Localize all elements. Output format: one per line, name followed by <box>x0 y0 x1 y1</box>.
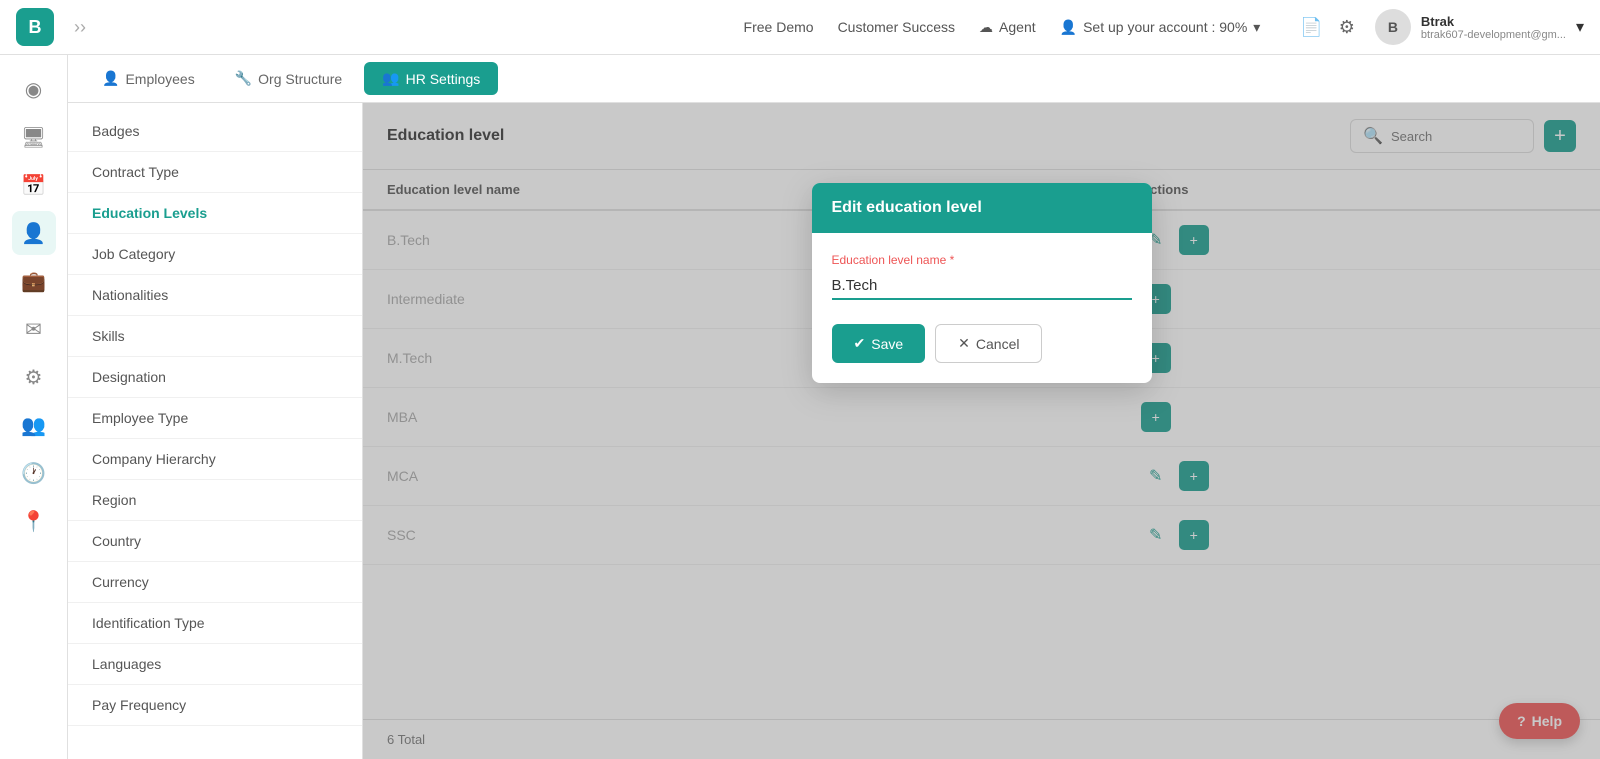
user-info: B Btrak btrak607-development@gm... ▾ <box>1375 9 1584 45</box>
menu-identification-type[interactable]: Identification Type <box>68 603 362 644</box>
tab-org-structure[interactable]: 🔧 Org Structure <box>217 62 360 95</box>
sidebar-icon-group[interactable]: 👥 <box>12 403 56 447</box>
setup-label: Set up your account : 90% <box>1083 19 1247 35</box>
menu-region[interactable]: Region <box>68 480 362 521</box>
hr-icon: 👥 <box>382 70 399 87</box>
app-logo[interactable]: B <box>16 8 54 46</box>
check-icon: ✔ <box>854 335 866 352</box>
agent-icon: ☁ <box>979 19 993 36</box>
document-icon[interactable]: 📄 <box>1300 17 1322 38</box>
free-demo-link[interactable]: Free Demo <box>744 19 814 35</box>
sidebar-icon-mail[interactable]: ✉ <box>12 307 56 351</box>
customer-success-link[interactable]: Customer Success <box>838 19 955 35</box>
menu-employee-type[interactable]: Employee Type <box>68 398 362 439</box>
menu-contract-type[interactable]: Contract Type <box>68 152 362 193</box>
person-icon: 👤 <box>1060 19 1077 36</box>
employees-icon: 👤 <box>102 70 119 87</box>
chevron-down-icon: ▾ <box>1253 19 1260 36</box>
sidebar-icon-briefcase[interactable]: 💼 <box>12 259 56 303</box>
tab-employees[interactable]: 👤 Employees <box>84 62 213 95</box>
cancel-button[interactable]: ✕ Cancel <box>935 324 1042 363</box>
sidebar-icon-calendar[interactable]: 📅 <box>12 163 56 207</box>
sidebar-icon-monitor[interactable]: 🖥 <box>12 115 56 159</box>
save-button[interactable]: ✔ Save <box>832 324 926 363</box>
setup-button[interactable]: 👤 Set up your account : 90% ▾ <box>1060 19 1261 36</box>
required-asterisk: * <box>950 253 955 267</box>
left-menu: Badges Contract Type Education Levels Jo… <box>68 103 363 759</box>
top-nav: B ›› Free Demo Customer Success ☁ Agent … <box>0 0 1600 55</box>
content-split: Badges Contract Type Education Levels Jo… <box>68 103 1600 759</box>
menu-country[interactable]: Country <box>68 521 362 562</box>
user-details: Btrak btrak607-development@gm... <box>1421 14 1566 41</box>
menu-company-hierarchy[interactable]: Company Hierarchy <box>68 439 362 480</box>
menu-designation[interactable]: Designation <box>68 357 362 398</box>
user-chevron-icon[interactable]: ▾ <box>1576 17 1584 37</box>
sidebar-icon-list: ◉ 🖥 📅 👤 💼 ✉ ⚙ 👥 🕐 📍 <box>0 55 68 759</box>
education-level-input[interactable] <box>832 273 1132 300</box>
modal-field-label: Education level name * <box>832 253 1132 267</box>
menu-education-levels[interactable]: Education Levels <box>68 193 362 234</box>
expand-icon[interactable]: ›› <box>74 17 86 38</box>
gear-icon[interactable]: ⚙ <box>1339 17 1355 38</box>
sidebar-icon-dashboard[interactable]: ◉ <box>12 67 56 111</box>
menu-pay-frequency[interactable]: Pay Frequency <box>68 685 362 726</box>
sidebar-icon-clock[interactable]: 🕐 <box>12 451 56 495</box>
sub-tabs: 👤 Employees 🔧 Org Structure 👥 HR Setting… <box>68 55 1600 103</box>
right-panel: Education level 🔍 + Educati <box>363 103 1600 759</box>
org-icon: 🔧 <box>235 70 252 87</box>
menu-nationalities[interactable]: Nationalities <box>68 275 362 316</box>
user-email: btrak607-development@gm... <box>1421 29 1566 41</box>
tab-hr-label: HR Settings <box>406 71 481 87</box>
modal-body: Education level name * ✔ Save ✕ <box>812 233 1152 383</box>
agent-label: Agent <box>999 19 1036 35</box>
main-layout: ◉ 🖥 📅 👤 💼 ✉ ⚙ 👥 🕐 📍 👤 Employees 🔧 Org St… <box>0 55 1600 759</box>
tab-employees-label: Employees <box>125 71 194 87</box>
modal-header: Edit education level <box>812 183 1152 233</box>
main-area: 👤 Employees 🔧 Org Structure 👥 HR Setting… <box>68 55 1600 759</box>
menu-currency[interactable]: Currency <box>68 562 362 603</box>
sidebar-icon-location[interactable]: 📍 <box>12 499 56 543</box>
modal-title: Edit education level <box>832 199 982 216</box>
menu-badges[interactable]: Badges <box>68 111 362 152</box>
sidebar-icon-people[interactable]: 👤 <box>12 211 56 255</box>
cancel-label: Cancel <box>976 336 1020 352</box>
menu-skills[interactable]: Skills <box>68 316 362 357</box>
username: Btrak <box>1421 14 1566 29</box>
modal-overlay: Edit education level Education level nam… <box>363 103 1600 759</box>
modal-actions: ✔ Save ✕ Cancel <box>832 324 1132 363</box>
tab-hr-settings[interactable]: 👥 HR Settings <box>364 62 498 95</box>
edit-modal: Edit education level Education level nam… <box>812 183 1152 383</box>
avatar[interactable]: B <box>1375 9 1411 45</box>
agent-button[interactable]: ☁ Agent <box>979 19 1036 36</box>
menu-languages[interactable]: Languages <box>68 644 362 685</box>
menu-job-category[interactable]: Job Category <box>68 234 362 275</box>
tab-org-label: Org Structure <box>258 71 342 87</box>
logo-text: B <box>29 17 42 38</box>
x-icon: ✕ <box>958 335 970 352</box>
top-nav-action-icons: 📄 ⚙ <box>1300 17 1355 38</box>
top-nav-links: Free Demo Customer Success ☁ Agent 👤 Set… <box>744 19 1261 36</box>
sidebar-icon-settings[interactable]: ⚙ <box>12 355 56 399</box>
save-label: Save <box>871 336 903 352</box>
